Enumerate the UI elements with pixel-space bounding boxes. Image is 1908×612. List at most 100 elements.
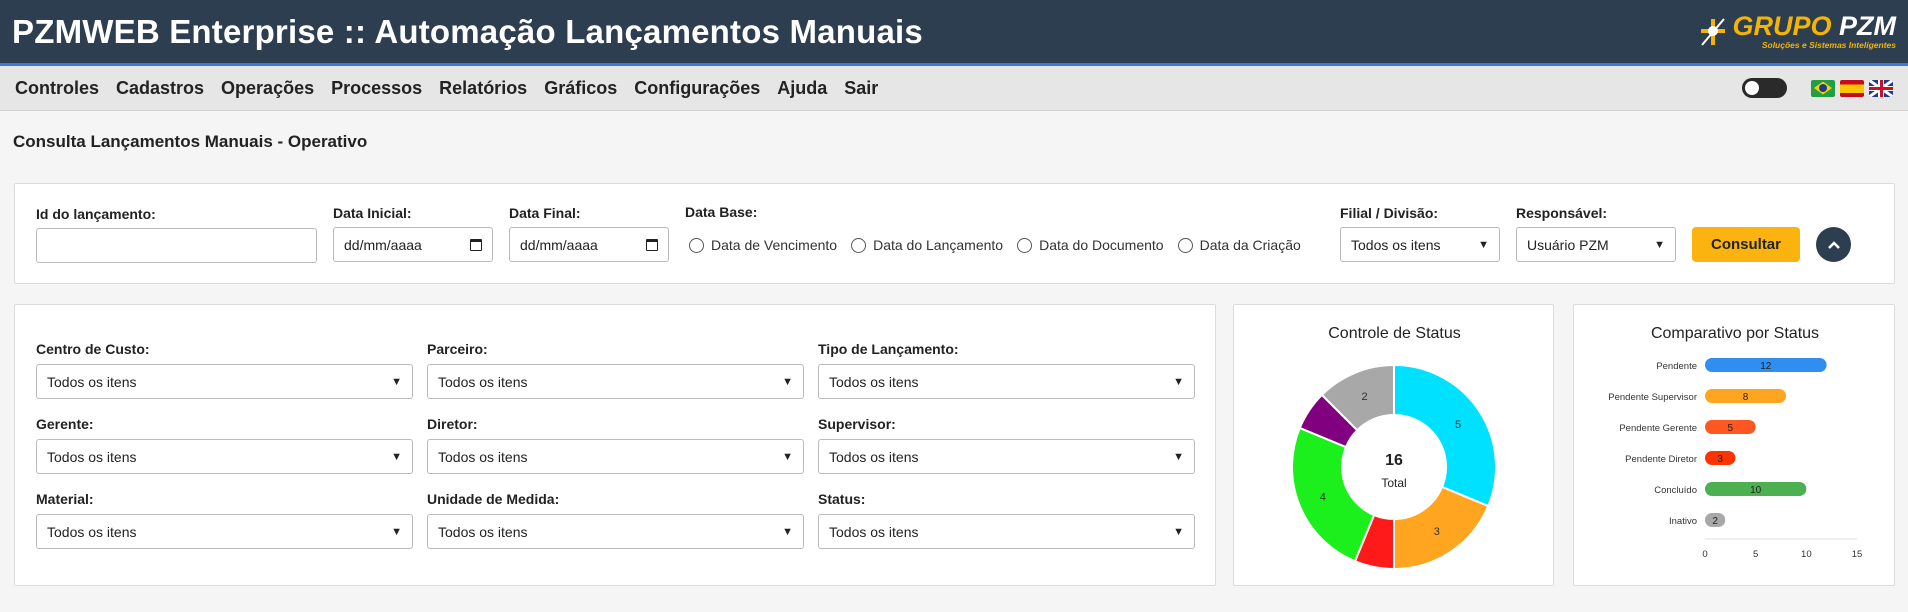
bar-category-label: Pendente Gerente [1619, 423, 1697, 434]
chevron-down-icon: ▼ [391, 375, 402, 388]
radio-label: Data da Criação [1199, 237, 1301, 253]
calendar-icon[interactable] [470, 238, 482, 251]
bar-value-label: 5 [1728, 423, 1734, 434]
unidade-medida-label: Unidade de Medida: [427, 491, 560, 507]
menu-item-controles[interactable]: Controles [15, 78, 99, 99]
data-inicial-value: dd/mm/aaaa [344, 236, 422, 253]
radio-data-vencimento[interactable]: Data de Vencimento [689, 237, 837, 253]
chevron-down-icon: ▼ [1173, 375, 1184, 388]
main-menu: Controles Cadastros Operações Processos … [15, 78, 878, 99]
status-bar-chart: Pendente 12 Pendente Supervisor 8 Pendente G… [1608, 358, 1862, 560]
radio-button[interactable] [1177, 237, 1193, 253]
logo-text-grupo: GRUPO [1732, 11, 1832, 42]
logo-mark-icon [1698, 15, 1728, 49]
supervisor-select[interactable]: Todos os itens ▼ [818, 439, 1195, 474]
menu-item-cadastros[interactable]: Cadastros [116, 78, 204, 99]
filial-value: Todos os itens [1351, 236, 1441, 253]
menu-item-sair[interactable]: Sair [844, 78, 878, 99]
toggle-knob [1745, 81, 1759, 95]
responsavel-select[interactable]: Usuário PZM ▼ [1516, 227, 1676, 262]
radio-button[interactable] [851, 237, 867, 253]
material-select[interactable]: Todos os itens ▼ [36, 514, 413, 549]
data-inicial-input[interactable]: dd/mm/aaaa [333, 227, 493, 262]
data-final-label: Data Final: [509, 205, 581, 221]
menu-item-configuracoes[interactable]: Configurações [634, 78, 760, 99]
bar-value-label: 3 [1717, 454, 1723, 465]
diretor-select[interactable]: Todos os itens ▼ [427, 439, 804, 474]
radio-data-criacao[interactable]: Data da Criação [1177, 237, 1301, 253]
donut-total-value: 16 [1385, 452, 1403, 469]
dark-mode-toggle[interactable] [1742, 78, 1787, 98]
parceiro-select[interactable]: Todos os itens ▼ [427, 364, 804, 399]
chevron-up-icon [1827, 240, 1840, 249]
page-title: Consulta Lançamentos Manuais - Operativo [13, 132, 368, 151]
diretor-label: Diretor: [427, 416, 478, 432]
filial-label: Filial / Divisão: [1340, 205, 1439, 221]
responsavel-value: Usuário PZM [1527, 236, 1609, 253]
menu-item-graficos[interactable]: Gráficos [544, 78, 617, 99]
filial-select[interactable]: Todos os itens ▼ [1340, 227, 1500, 262]
top-filter-panel: Id do lançamento: Data Inicial: dd/mm/aa… [14, 183, 1895, 284]
donut-slice-label: 4 [1320, 491, 1326, 503]
parceiro-value: Todos os itens [438, 373, 528, 390]
unidade-medida-select[interactable]: Todos os itens ▼ [427, 514, 804, 549]
bar-value-label: 8 [1743, 392, 1749, 403]
menu-item-ajuda[interactable]: Ajuda [777, 78, 827, 99]
bar-category-label: Concluído [1654, 485, 1697, 496]
menu-item-processos[interactable]: Processos [331, 78, 422, 99]
unidade-medida-value: Todos os itens [438, 523, 528, 540]
data-final-value: dd/mm/aaaa [520, 236, 598, 253]
bar-value-label: 2 [1712, 516, 1718, 527]
supervisor-label: Supervisor: [818, 416, 896, 432]
id-lancamento-input[interactable] [36, 228, 317, 263]
logo-tagline: Soluções e Sistemas Inteligentes [1761, 40, 1896, 51]
status-donut-chart: 5 3 4 2 16 Total [1291, 363, 1497, 571]
app-header: PZMWEB Enterprise :: Automação Lançament… [0, 0, 1908, 66]
supervisor-value: Todos os itens [829, 448, 919, 465]
donut-total-label: Total [1381, 476, 1406, 490]
uk-flag-icon[interactable] [1869, 79, 1893, 97]
collapse-button[interactable] [1816, 227, 1851, 262]
x-tick-label: 10 [1801, 549, 1812, 560]
brazil-flag-icon[interactable] [1811, 79, 1835, 97]
centro-custo-value: Todos os itens [47, 373, 137, 390]
logo-text-pzm: PZM [1839, 11, 1896, 42]
radio-button[interactable] [1017, 237, 1033, 253]
parceiro-label: Parceiro: [427, 341, 488, 357]
radio-label: Data do Documento [1039, 237, 1164, 253]
chevron-down-icon: ▼ [391, 450, 402, 463]
calendar-icon[interactable] [646, 238, 658, 251]
menu-item-relatorios[interactable]: Relatórios [439, 78, 527, 99]
main-menu-bar: Controles Cadastros Operações Processos … [0, 66, 1908, 111]
gerente-select[interactable]: Todos os itens ▼ [36, 439, 413, 474]
chevron-down-icon: ▼ [391, 525, 402, 538]
consultar-button[interactable]: Consultar [1692, 227, 1800, 262]
diretor-value: Todos os itens [438, 448, 528, 465]
data-base-label: Data Base: [685, 204, 758, 220]
radio-label: Data do Lançamento [873, 237, 1004, 253]
donut-slice[interactable] [1291, 426, 1376, 563]
tipo-lancamento-select[interactable]: Todos os itens ▼ [818, 364, 1195, 399]
tipo-lancamento-value: Todos os itens [829, 373, 919, 390]
data-final-input[interactable]: dd/mm/aaaa [509, 227, 669, 262]
donut-slice[interactable] [1393, 485, 1490, 571]
data-inicial-label: Data Inicial: [333, 205, 412, 221]
spain-flag-icon[interactable] [1840, 79, 1864, 97]
chevron-down-icon: ▼ [782, 450, 793, 463]
centro-custo-select[interactable]: Todos os itens ▼ [36, 364, 413, 399]
radio-button[interactable] [689, 237, 704, 253]
app-title: PZMWEB Enterprise :: Automação Lançament… [12, 12, 923, 50]
chevron-down-icon: ▼ [1478, 238, 1489, 251]
donut-slice-label: 5 [1455, 419, 1461, 431]
responsavel-label: Responsável: [1516, 205, 1608, 221]
chevron-down-icon: ▼ [782, 525, 793, 538]
radio-data-documento[interactable]: Data do Documento [1017, 237, 1164, 253]
status-select[interactable]: Todos os itens ▼ [818, 514, 1195, 549]
radio-data-lancamento[interactable]: Data do Lançamento [851, 237, 1003, 253]
donut-slice[interactable] [1393, 363, 1497, 508]
id-lancamento-label: Id do lançamento: [36, 206, 156, 222]
donut-slice-label: 3 [1434, 526, 1440, 538]
menu-item-operacoes[interactable]: Operações [221, 78, 314, 99]
bar-category-label: Pendente Supervisor [1608, 392, 1697, 403]
company-logo: GRUPO PZM Soluções e Sistemas Inteligent… [1698, 13, 1896, 50]
